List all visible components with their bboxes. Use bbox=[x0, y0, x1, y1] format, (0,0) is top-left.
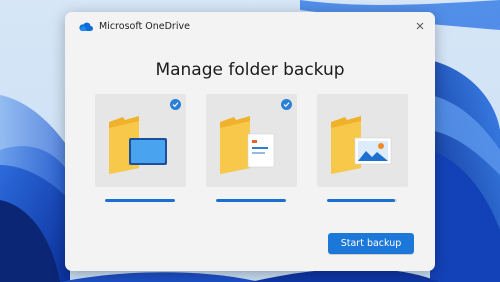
selected-check-icon bbox=[170, 99, 181, 110]
start-backup-button[interactable]: Start backup bbox=[328, 233, 414, 254]
progress-bar-documents bbox=[216, 199, 286, 202]
progress-bar-pictures bbox=[327, 199, 397, 202]
close-button[interactable] bbox=[413, 19, 427, 33]
title-bar: Microsoft OneDrive bbox=[65, 12, 435, 42]
page-heading: Manage folder backup bbox=[155, 60, 345, 80]
folder-tile-pictures[interactable] bbox=[317, 94, 408, 187]
close-icon bbox=[416, 22, 424, 30]
folder-tile-documents[interactable] bbox=[206, 94, 297, 187]
window-title: Microsoft OneDrive bbox=[99, 21, 190, 32]
progress-fill bbox=[327, 199, 395, 202]
desktop-background: Microsoft OneDrive Manage folder backup bbox=[0, 0, 500, 282]
pictures-folder-icon bbox=[331, 116, 392, 174]
onedrive-cloud-icon bbox=[79, 22, 93, 31]
progress-bar-desktop bbox=[105, 199, 175, 202]
progress-fill bbox=[105, 199, 175, 202]
selected-check-icon bbox=[281, 99, 292, 110]
onedrive-dialog: Microsoft OneDrive Manage folder backup bbox=[65, 12, 435, 271]
progress-fill bbox=[216, 199, 286, 202]
folder-tile-desktop[interactable] bbox=[95, 94, 186, 187]
